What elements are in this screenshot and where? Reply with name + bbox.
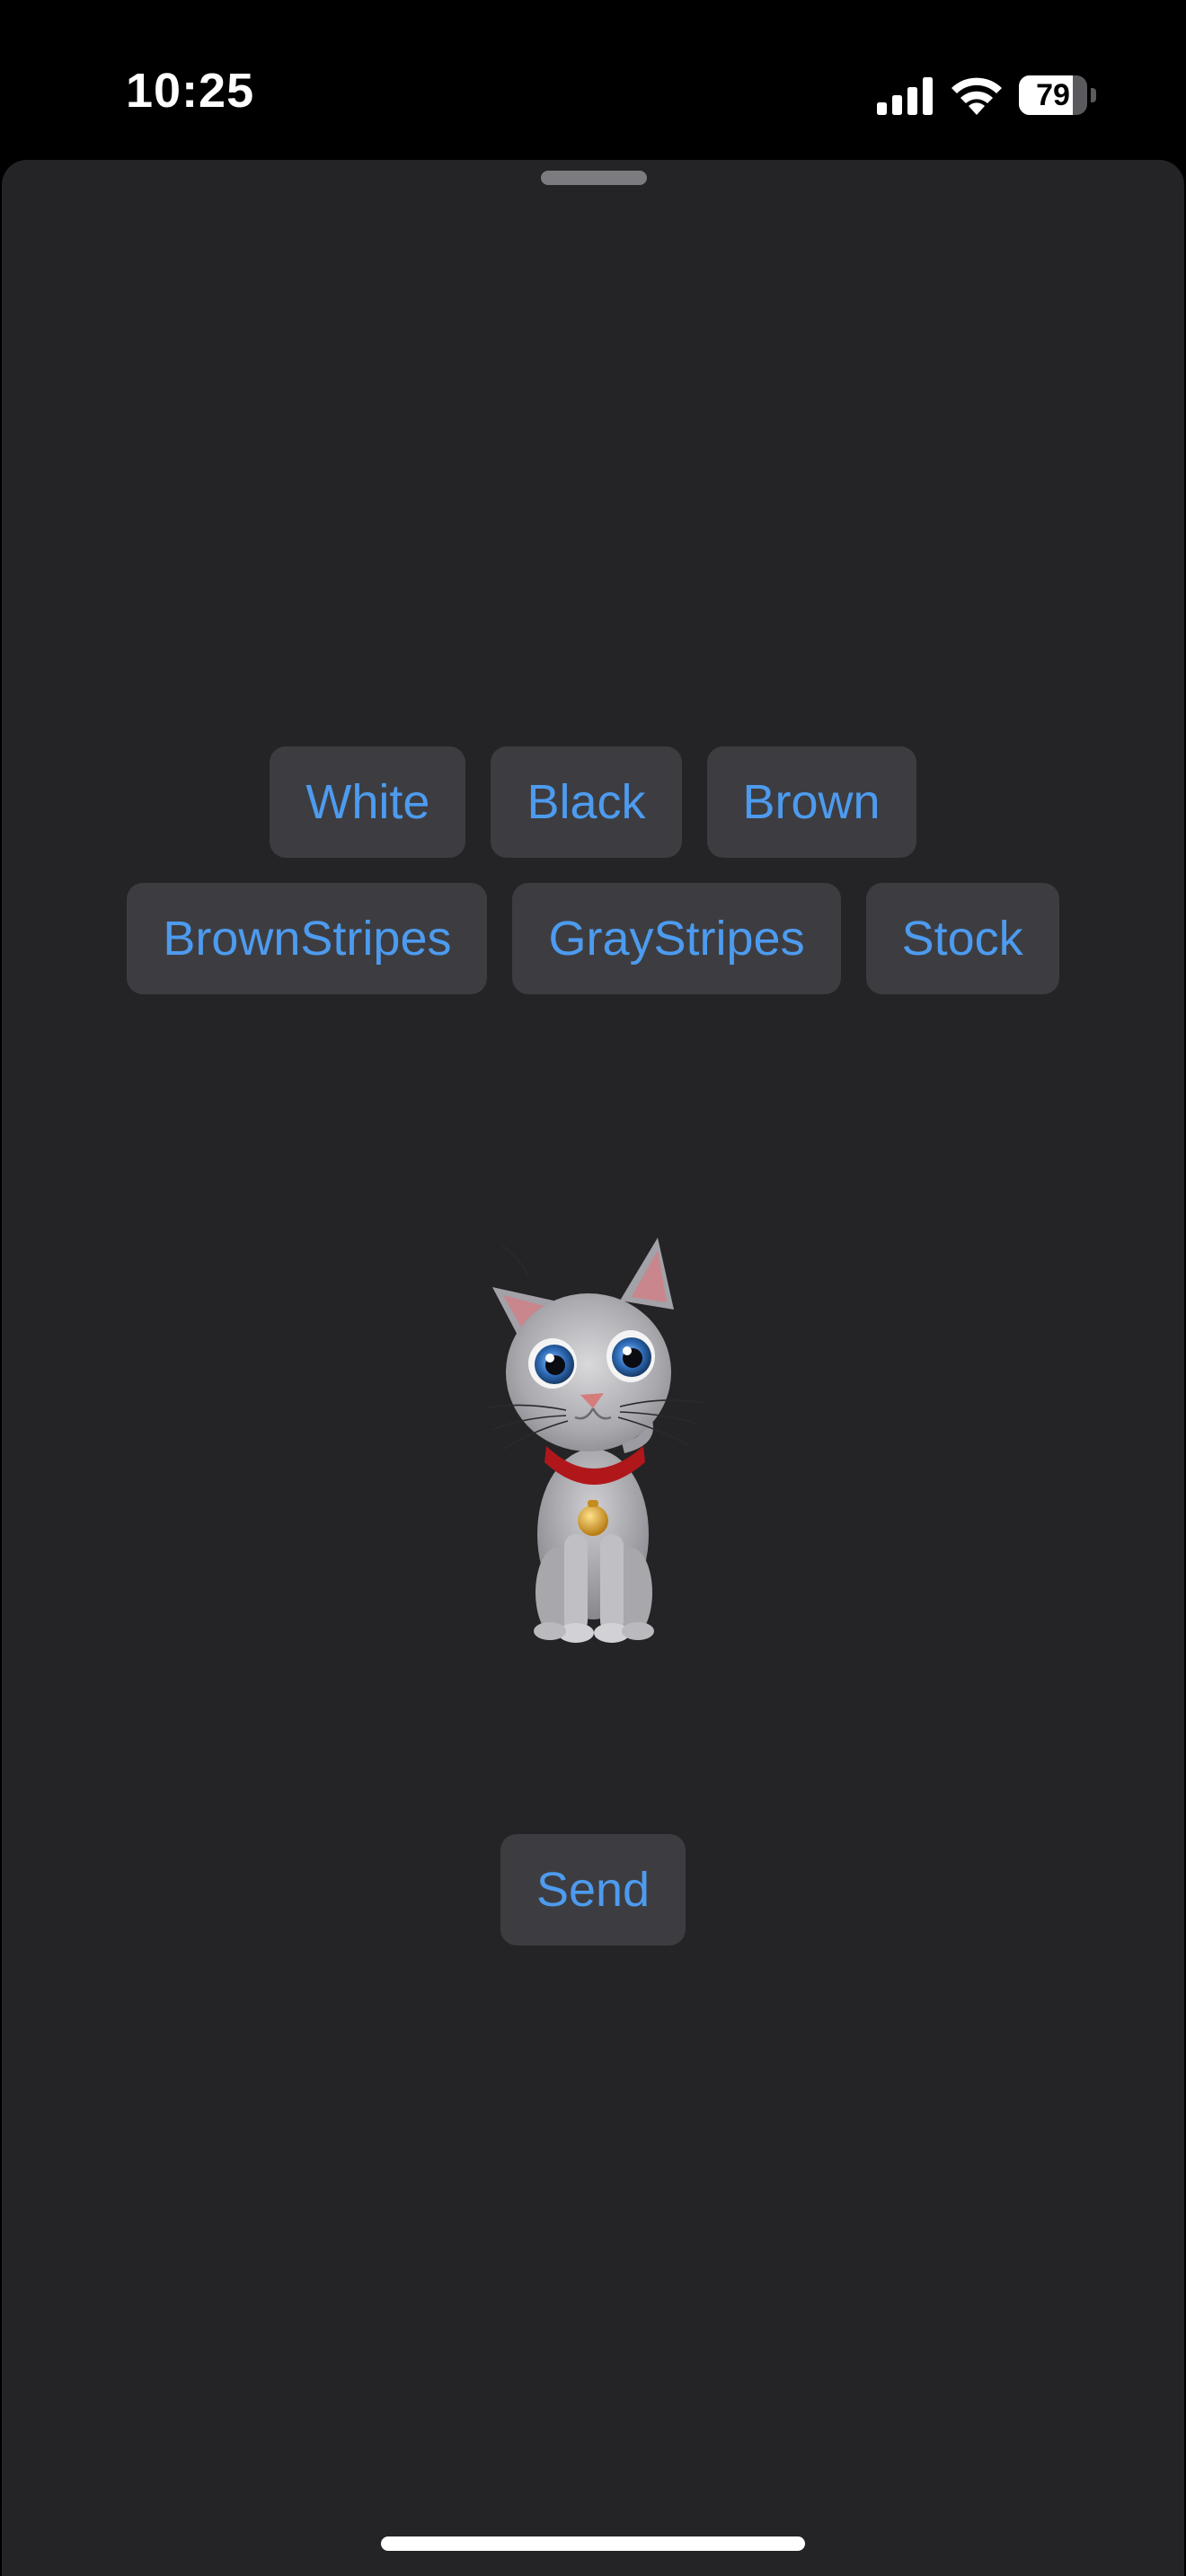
cat-model-image <box>484 1238 704 1643</box>
stock-button[interactable]: Stock <box>865 883 1059 994</box>
battery-icon: 79 <box>1019 75 1098 115</box>
bottom-sheet: White Black Brown BrownStripes GrayStrip… <box>2 160 1184 2576</box>
battery-level: 79 <box>1036 78 1070 112</box>
send-button[interactable]: Send <box>500 1834 686 1945</box>
signal-icon <box>877 77 933 115</box>
send-row: Send <box>2 1834 1184 1945</box>
brown-button[interactable]: Brown <box>706 746 916 858</box>
wifi-icon <box>951 77 1002 115</box>
status-time: 10:25 <box>126 64 255 118</box>
color-options-row-1: White Black Brown <box>2 746 1184 858</box>
home-indicator[interactable] <box>381 2536 805 2551</box>
status-bar: 10:25 79 <box>0 0 1186 158</box>
color-options-row-2: BrownStripes GrayStripes Stock <box>2 883 1184 994</box>
battery-cap <box>1091 88 1096 102</box>
sheet-grabber[interactable] <box>541 171 647 185</box>
brown-stripes-button[interactable]: BrownStripes <box>127 883 488 994</box>
black-button[interactable]: Black <box>491 746 682 858</box>
white-button[interactable]: White <box>270 746 466 858</box>
gray-stripes-button[interactable]: GrayStripes <box>512 883 841 994</box>
battery-body: 79 <box>1019 75 1087 115</box>
